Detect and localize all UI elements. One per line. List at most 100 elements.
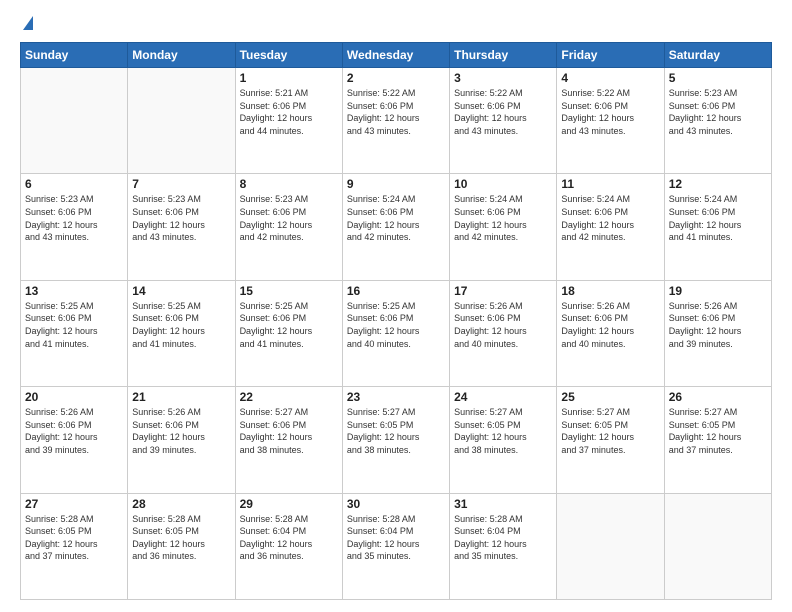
calendar-header-sunday: Sunday [21, 43, 128, 68]
day-detail: Sunrise: 5:24 AM Sunset: 6:06 PM Dayligh… [561, 193, 659, 243]
calendar-cell [557, 493, 664, 599]
day-number: 12 [669, 177, 767, 191]
calendar-cell: 27 Sunrise: 5:28 AM Sunset: 6:05 PM Dayli… [21, 493, 128, 599]
day-number: 4 [561, 71, 659, 85]
calendar-cell: 31Sunrise: 5:28 AM Sunset: 6:04 PM Dayli… [450, 493, 557, 599]
calendar-week-row: 1 Sunrise: 5:21 AM Sunset: 6:06 PM Daylig… [21, 68, 772, 174]
day-detail: Sunrise: 5:22 AM Sunset: 6:06 PM Dayligh… [347, 87, 445, 137]
day-number: 2 [347, 71, 445, 85]
day-detail: Sunrise: 5:27 AM Sunset: 6:05 PM Dayligh… [347, 406, 445, 456]
day-detail: Sunrise: 5:25 AM Sunset: 6:06 PM Dayligh… [347, 300, 445, 350]
calendar-cell: 24 Sunrise: 5:27 AM Sunset: 6:05 PM Dayli… [450, 387, 557, 493]
day-number: 21 [132, 390, 230, 404]
day-number: 6 [25, 177, 123, 191]
day-number: 16 [347, 284, 445, 298]
calendar-week-row: 6 Sunrise: 5:23 AM Sunset: 6:06 PM Daylig… [21, 174, 772, 280]
day-number: 31 [454, 497, 552, 511]
day-number: 9 [347, 177, 445, 191]
calendar-week-row: 20Sunrise: 5:26 AM Sunset: 6:06 PM Dayli… [21, 387, 772, 493]
calendar-cell: 1 Sunrise: 5:21 AM Sunset: 6:06 PM Daylig… [235, 68, 342, 174]
day-number: 22 [240, 390, 338, 404]
logo-arrow-icon [23, 16, 33, 30]
calendar-cell: 13 Sunrise: 5:25 AM Sunset: 6:06 PM Dayli… [21, 280, 128, 386]
calendar-cell: 6 Sunrise: 5:23 AM Sunset: 6:06 PM Daylig… [21, 174, 128, 280]
calendar-cell: 2 Sunrise: 5:22 AM Sunset: 6:06 PM Daylig… [342, 68, 449, 174]
day-detail: Sunrise: 5:28 AM Sunset: 6:04 PM Dayligh… [240, 513, 338, 563]
calendar-cell: 14 Sunrise: 5:25 AM Sunset: 6:06 PM Dayli… [128, 280, 235, 386]
day-detail: Sunrise: 5:26 AM Sunset: 6:06 PM Dayligh… [669, 300, 767, 350]
calendar-cell: 4 Sunrise: 5:22 AM Sunset: 6:06 PM Daylig… [557, 68, 664, 174]
calendar-cell: 7Sunrise: 5:23 AM Sunset: 6:06 PM Daylig… [128, 174, 235, 280]
day-detail: Sunrise: 5:27 AM Sunset: 6:05 PM Dayligh… [454, 406, 552, 456]
day-number: 8 [240, 177, 338, 191]
day-detail: Sunrise: 5:27 AM Sunset: 6:05 PM Dayligh… [561, 406, 659, 456]
calendar-cell: 5 Sunrise: 5:23 AM Sunset: 6:06 PM Daylig… [664, 68, 771, 174]
day-detail: Sunrise: 5:26 AM Sunset: 6:06 PM Dayligh… [454, 300, 552, 350]
day-number: 14 [132, 284, 230, 298]
day-detail: Sunrise: 5:22 AM Sunset: 6:06 PM Dayligh… [561, 87, 659, 137]
day-number: 24 [454, 390, 552, 404]
calendar-cell: 15Sunrise: 5:25 AM Sunset: 6:06 PM Dayli… [235, 280, 342, 386]
calendar-cell: 30 Sunrise: 5:28 AM Sunset: 6:04 PM Dayli… [342, 493, 449, 599]
calendar-cell: 11 Sunrise: 5:24 AM Sunset: 6:06 PM Dayli… [557, 174, 664, 280]
day-number: 7 [132, 177, 230, 191]
day-detail: Sunrise: 5:22 AM Sunset: 6:06 PM Dayligh… [454, 87, 552, 137]
day-number: 30 [347, 497, 445, 511]
day-number: 27 [25, 497, 123, 511]
calendar-cell: 12 Sunrise: 5:24 AM Sunset: 6:06 PM Dayli… [664, 174, 771, 280]
day-number: 13 [25, 284, 123, 298]
day-detail: Sunrise: 5:23 AM Sunset: 6:06 PM Dayligh… [669, 87, 767, 137]
day-detail: Sunrise: 5:28 AM Sunset: 6:04 PM Dayligh… [347, 513, 445, 563]
day-detail: Sunrise: 5:23 AM Sunset: 6:06 PM Dayligh… [240, 193, 338, 243]
day-detail: Sunrise: 5:25 AM Sunset: 6:06 PM Dayligh… [25, 300, 123, 350]
calendar-cell [128, 68, 235, 174]
day-number: 15 [240, 284, 338, 298]
calendar-cell: 29 Sunrise: 5:28 AM Sunset: 6:04 PM Dayli… [235, 493, 342, 599]
day-number: 26 [669, 390, 767, 404]
calendar-header-saturday: Saturday [664, 43, 771, 68]
calendar-week-row: 27 Sunrise: 5:28 AM Sunset: 6:05 PM Dayli… [21, 493, 772, 599]
day-detail: Sunrise: 5:26 AM Sunset: 6:06 PM Dayligh… [25, 406, 123, 456]
day-number: 3 [454, 71, 552, 85]
day-number: 28 [132, 497, 230, 511]
calendar-header-monday: Monday [128, 43, 235, 68]
calendar-header-tuesday: Tuesday [235, 43, 342, 68]
header [20, 16, 772, 32]
calendar-cell: 23 Sunrise: 5:27 AM Sunset: 6:05 PM Dayli… [342, 387, 449, 493]
calendar-week-row: 13 Sunrise: 5:25 AM Sunset: 6:06 PM Dayli… [21, 280, 772, 386]
calendar-cell: 21 Sunrise: 5:26 AM Sunset: 6:06 PM Dayli… [128, 387, 235, 493]
day-detail: Sunrise: 5:27 AM Sunset: 6:05 PM Dayligh… [669, 406, 767, 456]
day-number: 19 [669, 284, 767, 298]
calendar-cell [664, 493, 771, 599]
day-detail: Sunrise: 5:21 AM Sunset: 6:06 PM Dayligh… [240, 87, 338, 137]
day-number: 18 [561, 284, 659, 298]
day-detail: Sunrise: 5:24 AM Sunset: 6:06 PM Dayligh… [669, 193, 767, 243]
calendar-header-friday: Friday [557, 43, 664, 68]
calendar-cell: 26 Sunrise: 5:27 AM Sunset: 6:05 PM Dayli… [664, 387, 771, 493]
day-detail: Sunrise: 5:24 AM Sunset: 6:06 PM Dayligh… [347, 193, 445, 243]
day-detail: Sunrise: 5:28 AM Sunset: 6:05 PM Dayligh… [25, 513, 123, 563]
calendar-cell: 22Sunrise: 5:27 AM Sunset: 6:06 PM Dayli… [235, 387, 342, 493]
calendar-cell: 25Sunrise: 5:27 AM Sunset: 6:05 PM Dayli… [557, 387, 664, 493]
day-number: 5 [669, 71, 767, 85]
day-detail: Sunrise: 5:28 AM Sunset: 6:05 PM Dayligh… [132, 513, 230, 563]
calendar-cell [21, 68, 128, 174]
day-number: 23 [347, 390, 445, 404]
day-detail: Sunrise: 5:26 AM Sunset: 6:06 PM Dayligh… [132, 406, 230, 456]
calendar-cell: 16 Sunrise: 5:25 AM Sunset: 6:06 PM Dayli… [342, 280, 449, 386]
day-number: 10 [454, 177, 552, 191]
calendar-cell: 18 Sunrise: 5:26 AM Sunset: 6:06 PM Dayli… [557, 280, 664, 386]
page: SundayMondayTuesdayWednesdayThursdayFrid… [0, 0, 792, 612]
day-number: 11 [561, 177, 659, 191]
calendar-cell: 3 Sunrise: 5:22 AM Sunset: 6:06 PM Daylig… [450, 68, 557, 174]
calendar-cell: 8 Sunrise: 5:23 AM Sunset: 6:06 PM Daylig… [235, 174, 342, 280]
calendar-cell: 10Sunrise: 5:24 AM Sunset: 6:06 PM Dayli… [450, 174, 557, 280]
day-number: 17 [454, 284, 552, 298]
day-number: 1 [240, 71, 338, 85]
calendar-cell: 9 Sunrise: 5:24 AM Sunset: 6:06 PM Daylig… [342, 174, 449, 280]
day-detail: Sunrise: 5:26 AM Sunset: 6:06 PM Dayligh… [561, 300, 659, 350]
day-detail: Sunrise: 5:23 AM Sunset: 6:06 PM Dayligh… [25, 193, 123, 243]
day-detail: Sunrise: 5:25 AM Sunset: 6:06 PM Dayligh… [132, 300, 230, 350]
calendar-cell: 20Sunrise: 5:26 AM Sunset: 6:06 PM Dayli… [21, 387, 128, 493]
day-number: 29 [240, 497, 338, 511]
